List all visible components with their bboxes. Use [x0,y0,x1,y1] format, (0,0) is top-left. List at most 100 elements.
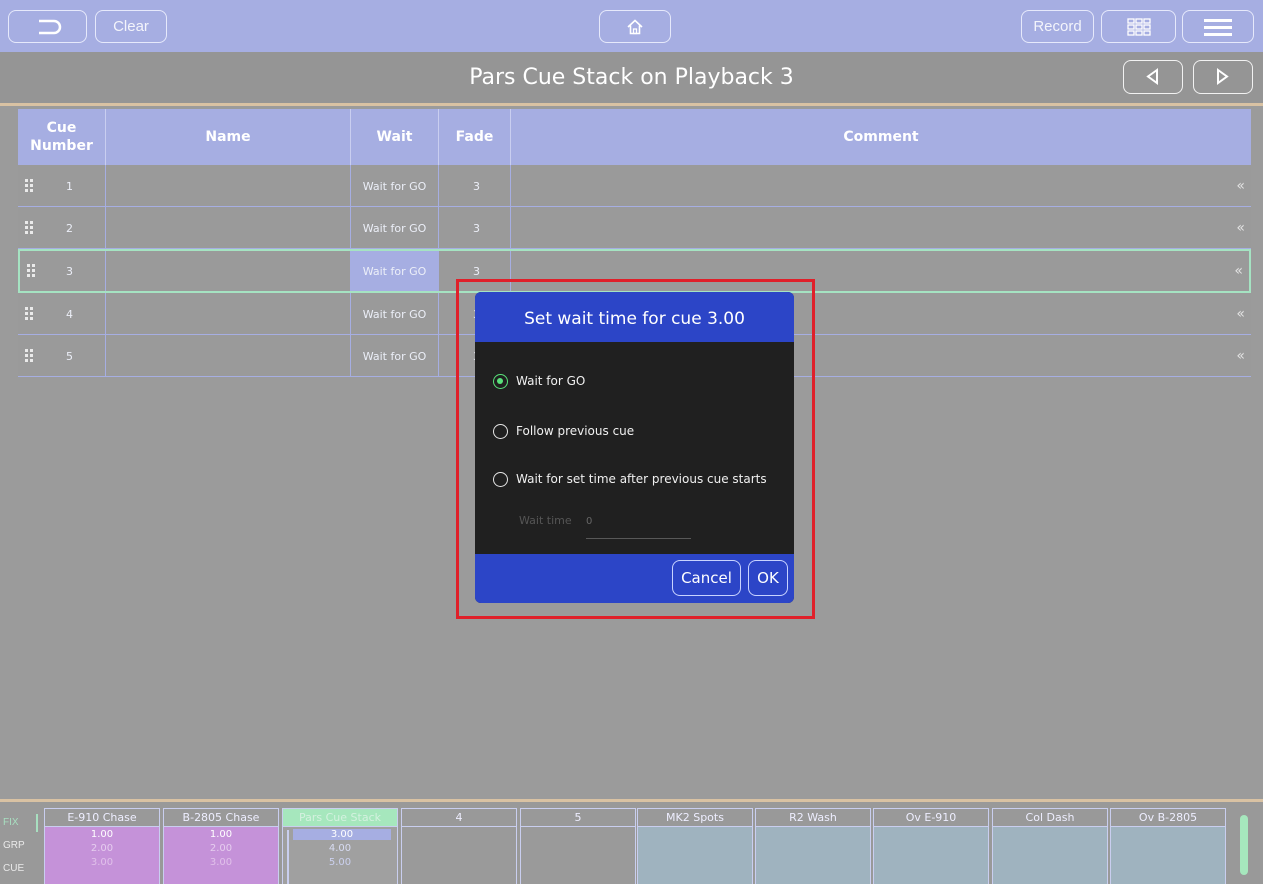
playback-3[interactable]: Pars Cue Stack 3.00 4.00 5.00 [282,808,398,884]
drag-handle-icon[interactable] [25,221,34,234]
wait-time-input[interactable]: 0 [586,516,592,527]
option-label: Follow previous cue [516,424,635,438]
option-wait-set-time[interactable]: Wait for set time after previous cue sta… [493,468,767,490]
side-label-grp[interactable]: GRP [3,840,25,851]
playback-7[interactable]: R2 Wash [755,808,871,884]
cell-fade[interactable]: 3 [439,165,511,207]
wait-time-label: Wait time [519,514,572,527]
playback-label: R2 Wash [756,809,870,827]
playback-body [874,827,988,884]
grid-icon [1126,17,1151,36]
menu-button[interactable] [1182,10,1254,43]
header-wait[interactable]: Wait [351,109,439,165]
cell-name[interactable] [106,335,351,377]
cell-comment[interactable] [511,207,1251,249]
cell-wait[interactable]: Wait for GO [351,293,439,335]
cell-cue-number: 1 [66,165,106,207]
cell-comment[interactable] [511,165,1251,207]
row-more-icon[interactable]: « [1236,293,1245,335]
dialog-header: Set wait time for cue 3.00 [475,292,794,342]
header-fade[interactable]: Fade [439,109,511,165]
cell-fade[interactable]: 3 [439,207,511,249]
row-more-icon[interactable]: « [1234,251,1243,291]
cell-name[interactable] [106,165,351,207]
cell-wait[interactable]: Wait for GO [351,207,439,249]
clear-button[interactable]: Clear [95,10,167,43]
dialog-footer [475,554,794,603]
side-label-cue[interactable]: CUE [3,863,24,874]
playback-label: Pars Cue Stack [283,809,397,827]
option-wait-for-go[interactable]: Wait for GO [493,370,585,392]
playback-1[interactable]: E-910 Chase 1.00 2.00 3.00 [44,808,160,884]
cell-wait[interactable]: Wait for GO [351,165,439,207]
prev-button[interactable] [1123,60,1183,94]
playback-body: 3.00 4.00 5.00 [283,827,397,884]
cell-name[interactable] [106,251,351,291]
playback-label: 4 [402,809,516,827]
row-more-icon[interactable]: « [1236,165,1245,207]
title-underline [0,103,1263,106]
back-icon [38,19,61,34]
playback-6[interactable]: MK2 Spots [637,808,753,884]
playback-cue-line: 3.00 [209,857,233,868]
playback-body [1111,827,1225,884]
ok-button[interactable]: OK [748,560,788,596]
next-button[interactable] [1193,60,1253,94]
playback-label: Ov B-2805 [1111,809,1225,827]
playback-8[interactable]: Ov E-910 [873,808,989,884]
playback-cue-line: 1.00 [90,829,114,840]
drag-handle-icon[interactable] [25,179,34,192]
cell-wait-active[interactable]: Wait for GO [351,251,439,291]
row-more-icon[interactable]: « [1236,335,1245,377]
drag-handle-icon[interactable] [27,264,36,277]
radio-icon[interactable] [493,471,508,487]
drag-handle-icon[interactable] [25,349,34,362]
playback-body [521,827,635,884]
playback-label: Col Dash [993,809,1107,827]
playback-10[interactable]: Ov B-2805 [1110,808,1226,884]
playback-body: 1.00 2.00 3.00 [45,827,159,884]
option-follow-previous[interactable]: Follow previous cue [493,420,634,442]
header-comment[interactable]: Comment [511,109,1251,165]
playback-9[interactable]: Col Dash [992,808,1108,884]
cancel-button[interactable]: Cancel [672,560,741,596]
playback-4[interactable]: 4 [401,808,517,884]
drag-handle-icon[interactable] [25,307,34,320]
back-button[interactable] [8,10,87,43]
playback-body: 1.00 2.00 3.00 [164,827,278,884]
playback-label: E-910 Chase [45,809,159,827]
playback-body [993,827,1107,884]
playback-cue-line: 2.00 [90,843,114,854]
record-button[interactable]: Record [1021,10,1094,43]
table-row[interactable]: 2 Wait for GO 3 « [18,207,1251,249]
playback-body [756,827,870,884]
row-more-icon[interactable]: « [1236,207,1245,249]
wait-time-dialog: Set wait time for cue 3.00 Wait for GO F… [475,292,794,603]
radio-icon[interactable] [493,423,508,439]
playback-2[interactable]: B-2805 Chase 1.00 2.00 3.00 [163,808,279,884]
cell-cue-number: 2 [66,207,106,249]
header-cue-number[interactable]: Cue Number [18,109,106,165]
header-name[interactable]: Name [106,109,351,165]
playback-5[interactable]: 5 [520,808,636,884]
cell-name[interactable] [106,207,351,249]
prev-arrow-icon [1146,68,1158,85]
grid-view-button[interactable] [1101,10,1176,43]
radio-selected-icon[interactable] [493,373,508,389]
playback-bar-divider [0,799,1263,802]
cell-cue-number: 3 [66,251,106,291]
option-label: Wait for GO [516,374,586,388]
playback-body [638,827,752,884]
title-bar: Pars Cue Stack on Playback 3 [0,52,1263,103]
cell-wait[interactable]: Wait for GO [351,335,439,377]
cell-name[interactable] [106,293,351,335]
home-button[interactable] [599,10,671,43]
playback-cue-line: 4.00 [328,843,352,854]
home-icon [627,18,643,34]
cell-cue-number: 5 [66,335,106,377]
table-row[interactable]: 1 Wait for GO 3 « [18,165,1251,207]
scroll-indicator[interactable] [1240,815,1248,875]
playback-cue-line: 3.00 [293,829,391,840]
wait-time-underline [586,538,691,539]
side-label-fix[interactable]: FIX [3,817,19,828]
